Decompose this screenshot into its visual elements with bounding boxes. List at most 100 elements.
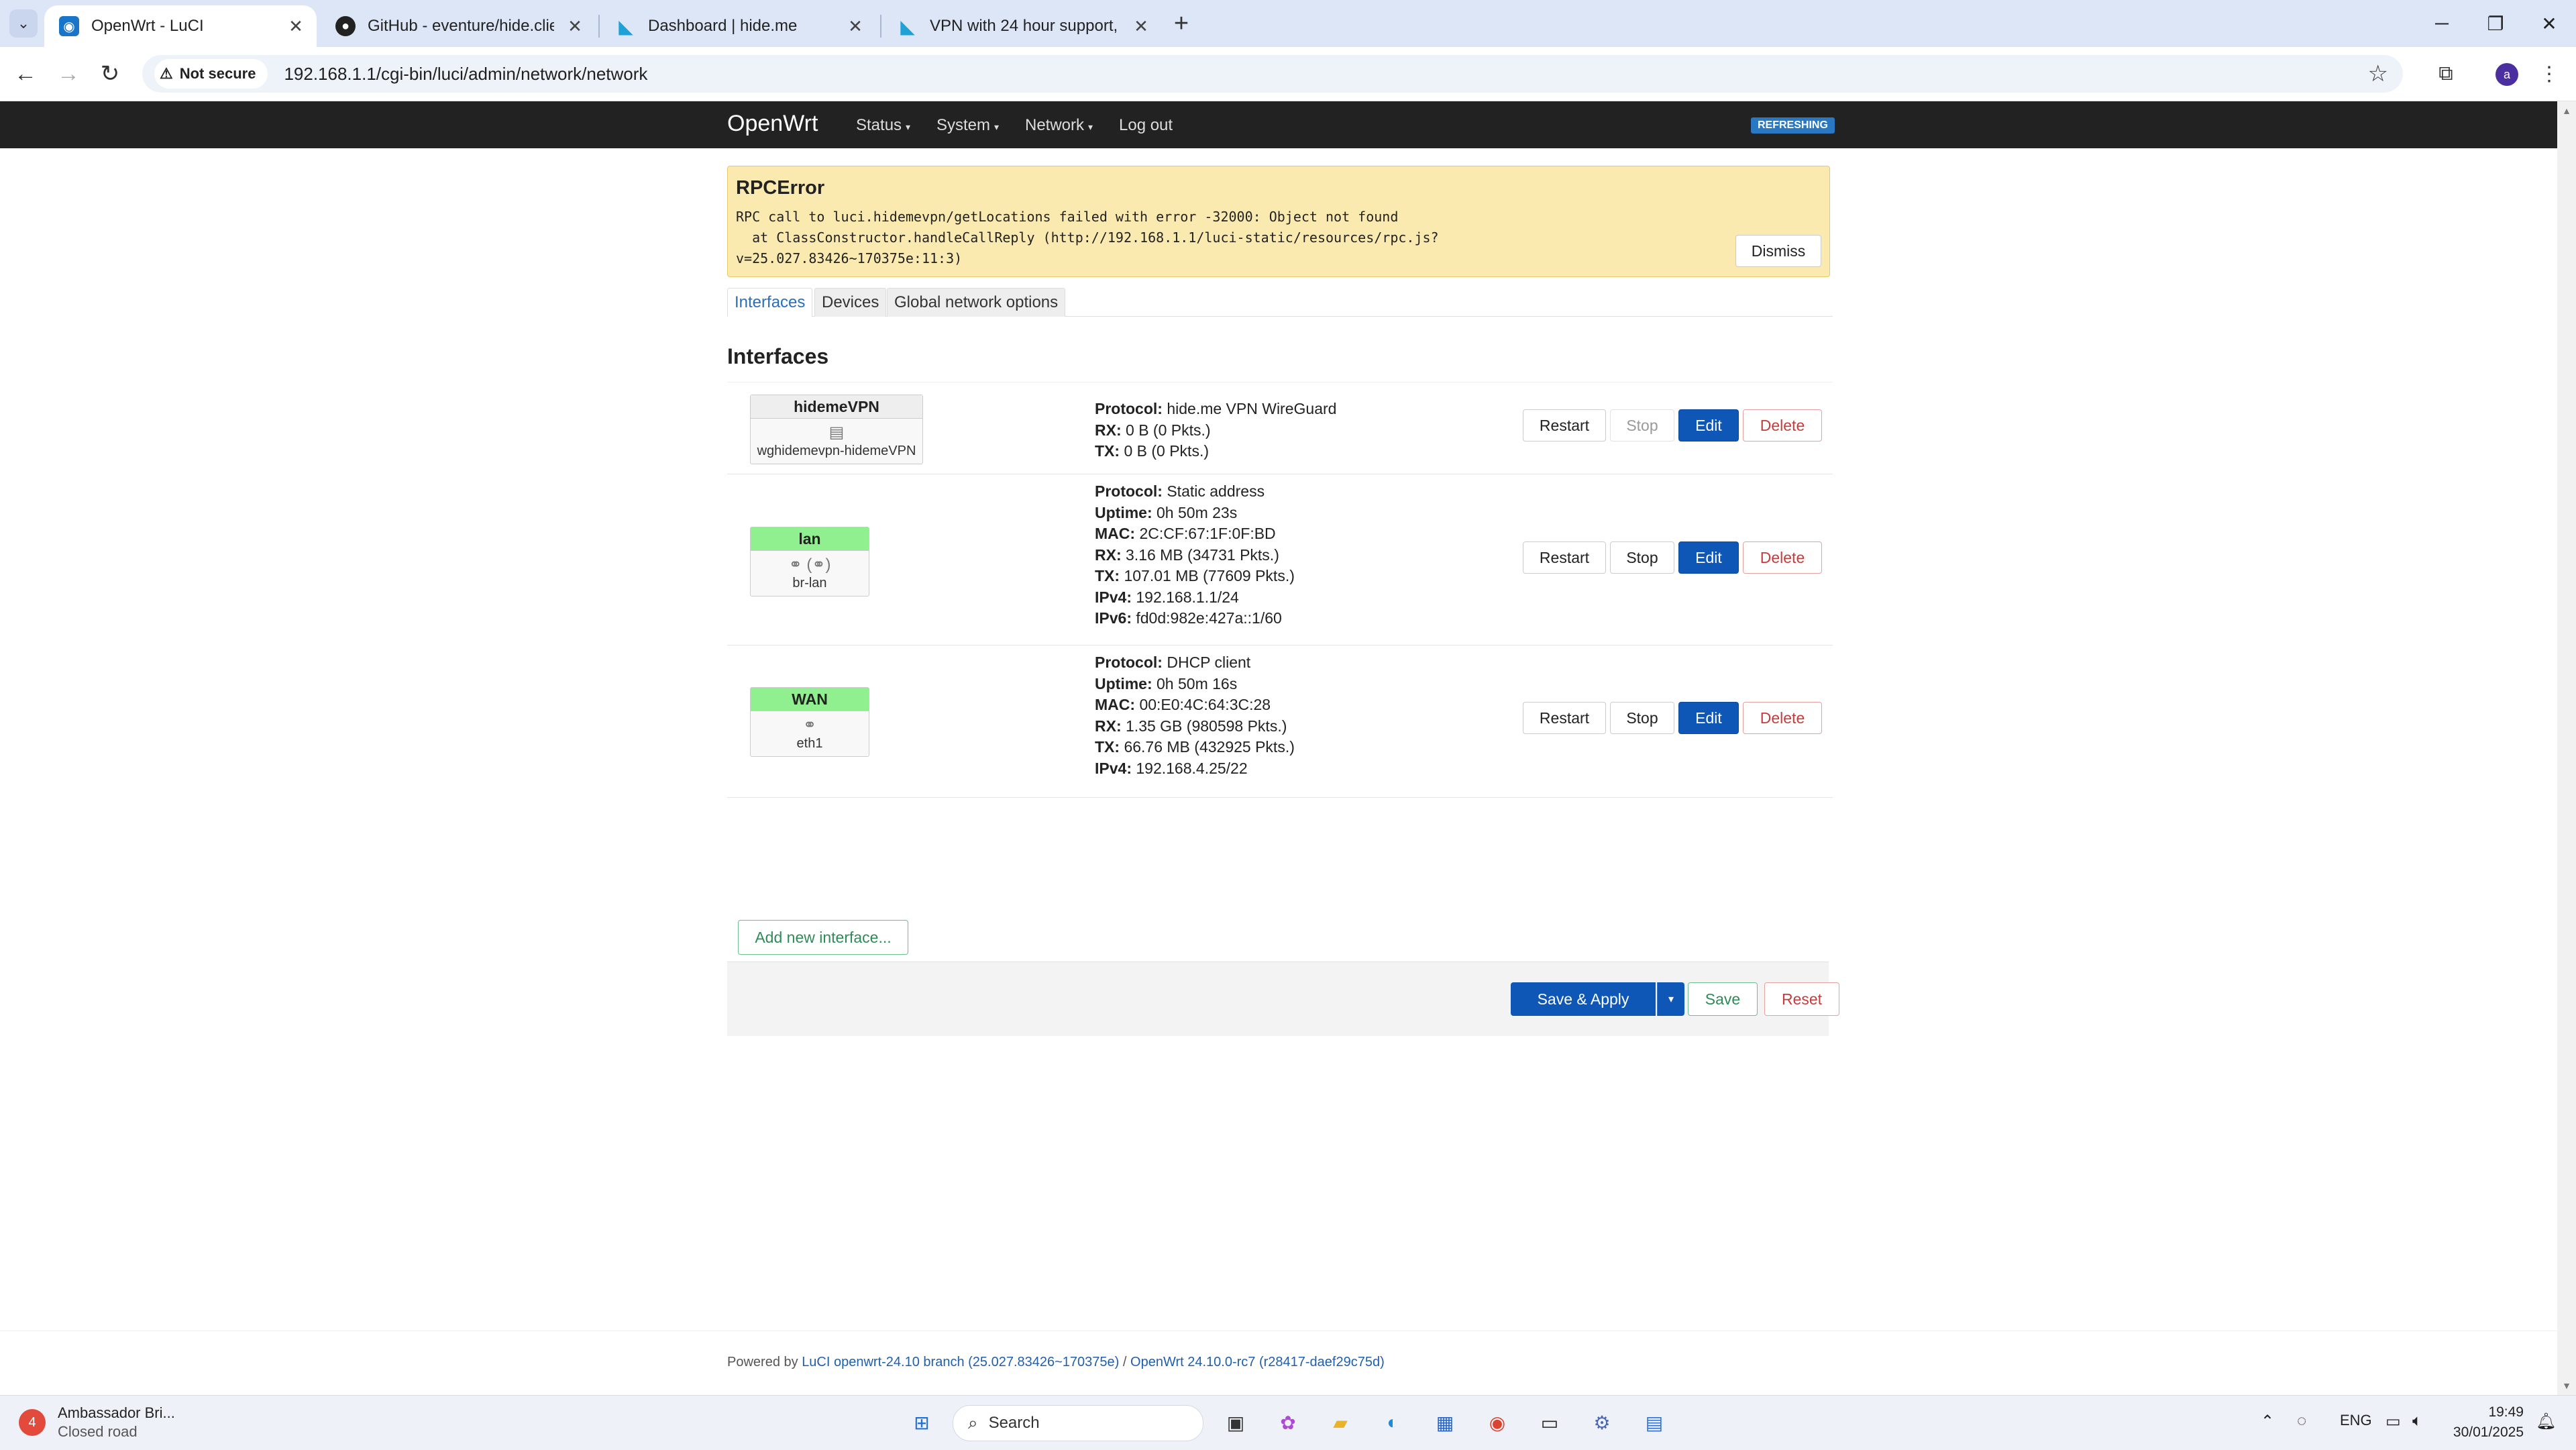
tab-title: Dashboard | hide.me: [648, 17, 798, 35]
info-value: 107.01 MB (77609 Pkts.): [1124, 567, 1295, 584]
taskbar-search[interactable]: ⌕ Search: [953, 1405, 1203, 1441]
address-bar[interactable]: ⚠ Not secure 192.168.1.1/cgi-bin/luci/ad…: [142, 55, 2403, 93]
display-icon[interactable]: ▭: [2385, 1412, 2401, 1431]
save-button[interactable]: Save: [1688, 982, 1758, 1016]
scroll-down-icon[interactable]: ▼: [2557, 1376, 2576, 1395]
info-value: DHCP client: [1167, 654, 1251, 671]
profile-avatar[interactable]: a: [2496, 63, 2518, 86]
page-scrollbar[interactable]: ▲ ▼: [2557, 101, 2576, 1395]
file-explorer-icon[interactable]: ▰: [1324, 1406, 1356, 1439]
delete-button[interactable]: Delete: [1743, 541, 1822, 574]
stop-button[interactable]: Stop: [1610, 702, 1674, 734]
browser-tab-hideme-vpn[interactable]: ◣ VPN with 24 hour support, FAQ ✕: [883, 5, 1162, 47]
chrome-icon[interactable]: ◉: [1481, 1406, 1513, 1439]
info-value: hide.me VPN WireGuard: [1167, 400, 1337, 417]
restart-button[interactable]: Restart: [1523, 541, 1606, 574]
info-key: Uptime:: [1095, 674, 1152, 692]
forward-icon[interactable]: →: [51, 56, 86, 91]
restart-button[interactable]: Restart: [1523, 409, 1606, 442]
menu-system[interactable]: System ▾: [936, 116, 999, 135]
info-key: IPv4:: [1095, 759, 1132, 777]
tab-search-button[interactable]: ⌄: [9, 9, 38, 38]
close-tab-icon[interactable]: ✕: [844, 15, 867, 38]
edit-button[interactable]: Edit: [1678, 702, 1739, 734]
browser-tab-hideme-dashboard[interactable]: ◣ Dashboard | hide.me ✕: [601, 5, 876, 47]
save-apply-dropdown-icon[interactable]: ▾: [1657, 982, 1684, 1016]
openwrt-version-link[interactable]: OpenWrt 24.10.0-rc7 (r28417-daef29c75d): [1130, 1355, 1385, 1369]
menu-network[interactable]: Network ▾: [1025, 116, 1093, 135]
tab-title: GitHub - eventure/hide.client.n: [368, 17, 554, 35]
delete-button[interactable]: Delete: [1743, 409, 1822, 442]
warning-icon: ⚠: [160, 65, 173, 82]
restore-window-icon[interactable]: ❐: [2469, 0, 2522, 47]
extensions-icon[interactable]: ⧉: [2428, 56, 2463, 91]
dismiss-button[interactable]: Dismiss: [1735, 235, 1821, 267]
interface-name: lan: [751, 527, 869, 551]
page-tabs: Interfaces Devices Global network option…: [727, 288, 1833, 317]
stop-button[interactable]: Stop: [1610, 409, 1674, 442]
close-tab-icon[interactable]: ✕: [1130, 15, 1152, 38]
edit-button[interactable]: Edit: [1678, 541, 1739, 574]
task-view-icon[interactable]: ▣: [1220, 1406, 1252, 1439]
interface-info: Protocol: Static address Uptime: 0h 50m …: [1095, 481, 1295, 629]
edge-icon[interactable]: ◐: [1377, 1406, 1409, 1439]
minimize-window-icon[interactable]: ─: [2415, 0, 2469, 47]
new-tab-button[interactable]: +: [1167, 9, 1195, 38]
language-indicator[interactable]: ENG: [2340, 1412, 2372, 1429]
copilot-icon[interactable]: ✿: [1272, 1406, 1304, 1439]
terminal-icon[interactable]: ▭: [1534, 1406, 1566, 1439]
menu-status[interactable]: Status ▾: [856, 116, 910, 135]
tab-global-network-options[interactable]: Global network options: [887, 288, 1066, 317]
close-tab-icon[interactable]: ✕: [564, 15, 586, 38]
hideme-favicon-icon: ◣: [900, 15, 915, 37]
interface-device: br-lan: [792, 576, 827, 590]
scroll-up-icon[interactable]: ▲: [2557, 101, 2576, 120]
add-new-interface-button[interactable]: Add new interface...: [738, 920, 908, 955]
volume-icon[interactable]: 🔈︎: [2412, 1412, 2422, 1431]
tab-title: VPN with 24 hour support, FAQ: [930, 17, 1120, 35]
menu-logout[interactable]: Log out: [1119, 116, 1173, 135]
menu-label: Log out: [1119, 116, 1173, 134]
notifications-bell-icon[interactable]: 🔔︎: [2536, 1412, 2556, 1431]
network-tool-icon[interactable]: ⚙: [1586, 1406, 1618, 1439]
luci-version-link[interactable]: LuCI openwrt-24.10 branch (25.027.83426~…: [802, 1355, 1119, 1369]
site-info-button[interactable]: ⚠ Not secure: [154, 59, 268, 89]
bookmark-star-icon[interactable]: ☆: [2368, 60, 2388, 87]
openwrt-favicon-icon: ◉: [59, 16, 79, 36]
network-status-icon[interactable]: ◌: [2297, 1412, 2306, 1431]
delete-button[interactable]: Delete: [1743, 702, 1822, 734]
info-key: MAC:: [1095, 696, 1136, 713]
tray-overflow-icon[interactable]: ⌃: [2261, 1412, 2274, 1431]
browser-tab-strip: ⌄ ◉ OpenWrt - LuCI ✕ ● GitHub - eventure…: [0, 0, 2576, 47]
start-icon[interactable]: ⊞: [906, 1406, 938, 1439]
browser-menu-icon[interactable]: ⋮: [2532, 56, 2567, 91]
back-icon[interactable]: ←: [8, 56, 43, 91]
info-value: 0h 50m 23s: [1157, 503, 1238, 521]
stop-button[interactable]: Stop: [1610, 541, 1674, 574]
reload-icon[interactable]: ↻: [93, 56, 127, 91]
browser-tab-github[interactable]: ● GitHub - eventure/hide.client.n ✕: [321, 5, 596, 47]
taskbar-clock[interactable]: 19:49 30/01/2025: [2449, 1402, 2524, 1443]
close-tab-icon[interactable]: ✕: [284, 15, 307, 38]
caret-down-icon: ▾: [994, 121, 1000, 132]
reset-button[interactable]: Reset: [1764, 982, 1839, 1016]
restart-button[interactable]: Restart: [1523, 702, 1606, 734]
tab-interfaces[interactable]: Interfaces: [727, 288, 813, 317]
info-value: 0 B (0 Pkts.): [1124, 442, 1209, 460]
info-value: 192.168.4.25/22: [1136, 759, 1248, 777]
info-key: TX:: [1095, 442, 1120, 460]
info-key: Protocol:: [1095, 400, 1163, 417]
refreshing-indicator[interactable]: REFRESHING: [1751, 117, 1835, 134]
brand-logo[interactable]: OpenWrt: [727, 111, 818, 137]
weather-widget[interactable]: 4 Ambassador Bri... Closed road: [19, 1404, 175, 1441]
notepad-icon[interactable]: ▤: [1638, 1406, 1670, 1439]
save-apply-button[interactable]: Save & Apply: [1511, 982, 1656, 1016]
tab-devices[interactable]: Devices: [814, 288, 887, 317]
clock-date: 30/01/2025: [2453, 1425, 2524, 1440]
url-text[interactable]: 192.168.1.1/cgi-bin/luci/admin/network/n…: [284, 64, 647, 85]
close-window-icon[interactable]: ✕: [2522, 0, 2576, 47]
info-key: RX:: [1095, 546, 1122, 564]
store-icon[interactable]: ▦: [1429, 1406, 1461, 1439]
browser-tab-openwrt[interactable]: ◉ OpenWrt - LuCI ✕: [44, 5, 317, 47]
edit-button[interactable]: Edit: [1678, 409, 1739, 442]
